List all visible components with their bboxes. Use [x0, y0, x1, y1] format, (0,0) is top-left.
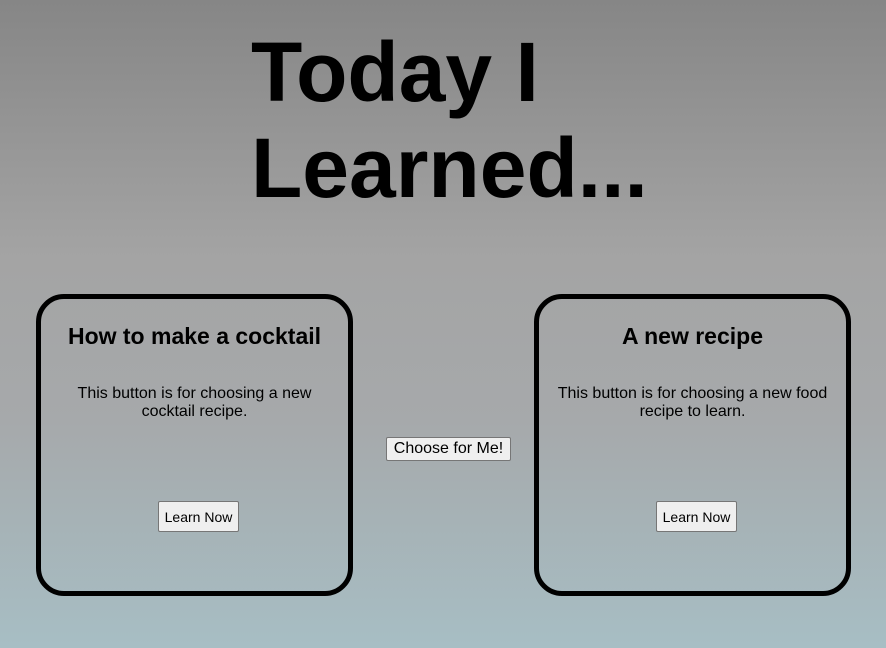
page-title: Today I Learned... [251, 25, 648, 215]
cocktail-card-title: How to make a cocktail [67, 323, 322, 349]
recipe-card: A new recipe This button is for choosing… [534, 294, 851, 596]
cocktail-learn-now-button[interactable]: Learn Now [158, 501, 239, 532]
recipe-card-title: A new recipe [621, 323, 764, 349]
cocktail-card-description: This button is for choosing a new cockta… [77, 385, 312, 420]
recipe-learn-now-button[interactable]: Learn Now [656, 501, 737, 532]
choose-for-me-button[interactable]: Choose for Me! [386, 437, 511, 461]
recipe-card-description: This button is for choosing a new food r… [557, 385, 828, 420]
cocktail-card: How to make a cocktail This button is fo… [36, 294, 353, 596]
